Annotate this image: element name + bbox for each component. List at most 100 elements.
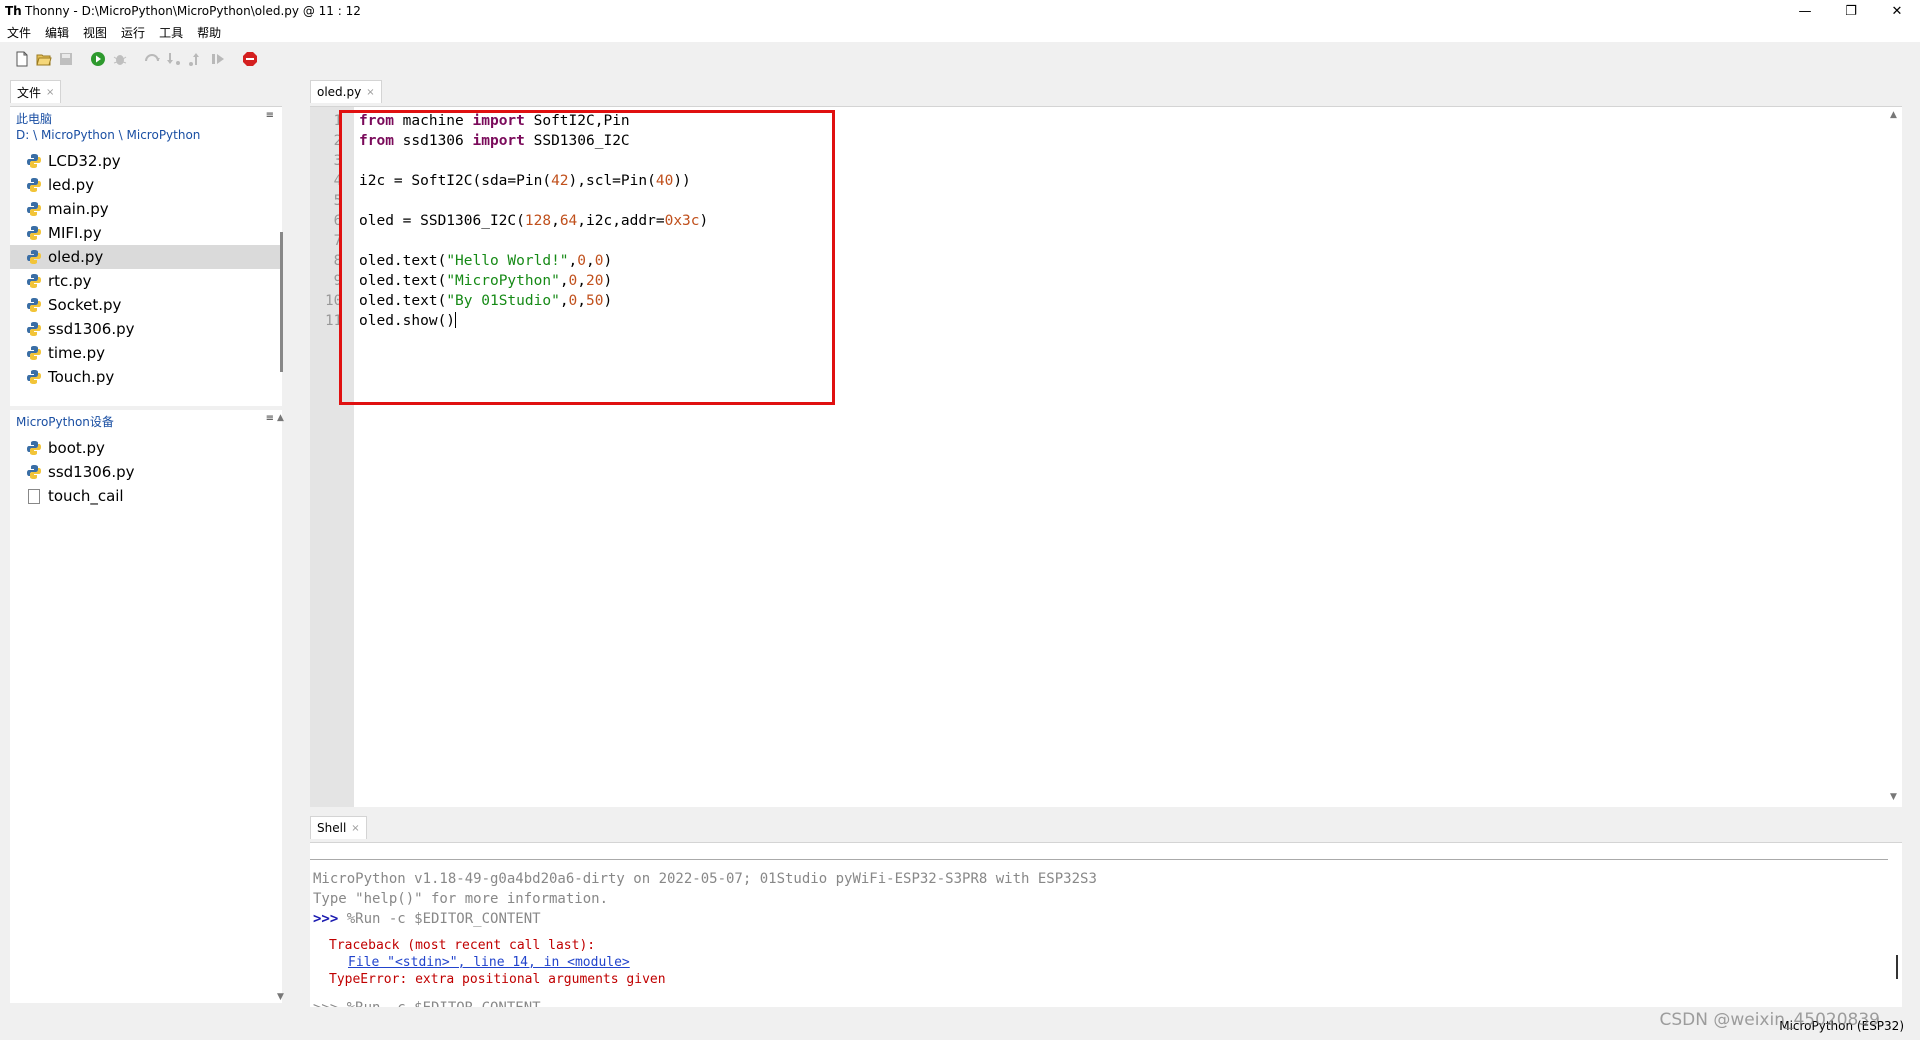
file-item[interactable]: rtc.py [10, 269, 282, 293]
code-line[interactable]: oled.text("By 01Studio",0,50) [359, 291, 708, 311]
step-out-icon[interactable] [186, 49, 206, 69]
shell-console[interactable]: MicroPython v1.18-49-g0a4bd20a6-dirty on… [310, 842, 1902, 1008]
file-item[interactable]: boot.py [10, 436, 282, 460]
files-scrollbar[interactable]: ▲ ▼ [276, 80, 288, 1005]
python-file-icon [26, 249, 48, 265]
menu-view[interactable]: 视图 [76, 24, 114, 41]
device-files-pane: MicroPython设备 ≡ boot.py ssd1306.py touch_c… [10, 410, 282, 1003]
code-line[interactable]: oled.text("MicroPython",0,20) [359, 271, 708, 291]
line-number: 1 [333, 113, 342, 129]
file-name: touch_cail [48, 487, 124, 505]
run-icon[interactable] [88, 49, 108, 69]
tab-files[interactable]: 文件 × [10, 80, 62, 103]
close-tab-icon[interactable]: × [366, 87, 374, 98]
file-item[interactable]: ssd1306.py [10, 317, 282, 341]
this-pc-link[interactable]: 此电脑 [16, 111, 276, 127]
file-name: Socket.py [48, 296, 122, 314]
device-title[interactable]: MicroPython设备 [16, 414, 276, 430]
file-name: ssd1306.py [48, 320, 135, 338]
open-file-icon[interactable] [34, 49, 54, 69]
line-number: 6 [333, 213, 342, 229]
file-item[interactable]: touch_cail [10, 484, 282, 508]
scrollbar-thumb[interactable] [280, 232, 283, 372]
code-line[interactable]: oled.text("Hello World!",0,0) [359, 251, 708, 271]
new-file-icon[interactable] [12, 49, 32, 69]
code-line[interactable]: ​ [359, 191, 708, 211]
status-bar: MicroPython (ESP32) [0, 1007, 1920, 1040]
scroll-up-icon[interactable]: ▲ [1890, 110, 1897, 120]
close-window-icon[interactable]: ✕ [1874, 0, 1920, 22]
code-line[interactable]: from ssd1306 import SSD1306_I2C [359, 131, 708, 151]
python-file-icon [26, 440, 48, 456]
shell-tab-label: Shell [317, 821, 347, 835]
code-area[interactable]: from machine import SoftI2C,Pin from ssd1… [359, 111, 708, 331]
code-line[interactable]: oled = SSD1306_I2C(128,64,i2c,addr=0x3c) [359, 211, 708, 231]
file-item[interactable]: MIFI.py [10, 221, 282, 245]
line-number-gutter: 1 2 3 4 5 6 7 8 9 10 11 [310, 107, 354, 807]
close-tab-icon[interactable]: × [46, 87, 54, 98]
scroll-up-icon[interactable]: ▲ [277, 413, 284, 423]
divider [310, 859, 1888, 860]
local-file-list: LCD32.py led.py main.py MIFI.py oled.py rtc.p… [10, 149, 282, 389]
line-number: 2 [333, 133, 342, 149]
thonny-logo-icon: Th [5, 4, 22, 18]
file-item[interactable]: oled.py [10, 245, 282, 269]
resume-icon[interactable] [208, 49, 228, 69]
tab-shell[interactable]: Shell × [310, 816, 367, 839]
menu-run[interactable]: 运行 [114, 24, 152, 41]
file-item[interactable]: LCD32.py [10, 149, 282, 173]
file-item[interactable]: time.py [10, 341, 282, 365]
close-tab-icon[interactable]: × [351, 823, 359, 834]
file-name: MIFI.py [48, 224, 102, 242]
shell-banner: MicroPython v1.18-49-g0a4bd20a6-dirty on… [313, 871, 1097, 887]
save-icon[interactable] [56, 49, 76, 69]
shell-scrollbar[interactable] [1896, 955, 1898, 979]
line-number: 7 [333, 233, 342, 249]
line-number: 9 [333, 273, 342, 289]
code-line[interactable]: ​ [359, 151, 708, 171]
window-title: Thonny - D:\MicroPython\MicroPython\oled… [25, 4, 361, 18]
minimize-icon[interactable]: — [1782, 0, 1828, 22]
title-bar: Th Thonny - D:\MicroPython\MicroPython\o… [0, 0, 1920, 22]
python-file-icon [26, 321, 48, 337]
code-line[interactable]: ​ [359, 231, 708, 251]
text-cursor [455, 312, 457, 328]
breadcrumb[interactable]: D: \ MicroPython \ MicroPython [16, 127, 276, 143]
step-into-icon[interactable] [164, 49, 184, 69]
code-line[interactable]: from machine import SoftI2C,Pin [359, 111, 708, 131]
stop-icon[interactable] [240, 49, 260, 69]
python-file-icon [26, 297, 48, 313]
file-item[interactable]: Touch.py [10, 365, 282, 389]
menu-help[interactable]: 帮助 [190, 24, 228, 41]
menu-file[interactable]: 文件 [0, 24, 38, 41]
code-line[interactable]: i2c = SoftI2C(sda=Pin(42),scl=Pin(40)) [359, 171, 708, 191]
tab-oled-py[interactable]: oled.py × [310, 80, 382, 103]
pane-menu-icon[interactable]: ≡ [266, 110, 274, 121]
traceback-link[interactable]: File "<stdin>", line 14, in <module> [329, 955, 630, 970]
menu-tools[interactable]: 工具 [152, 24, 190, 41]
line-number: 4 [333, 173, 342, 189]
pane-menu-icon[interactable]: ≡ [266, 413, 274, 424]
device-file-list: boot.py ssd1306.py touch_cail [10, 436, 282, 508]
scroll-down-icon[interactable]: ▼ [1890, 792, 1897, 802]
python-file-icon [26, 201, 48, 217]
editor-scrollbar[interactable]: ▲ ▼ [1888, 106, 1902, 806]
file-item[interactable]: led.py [10, 173, 282, 197]
file-name: Touch.py [48, 368, 115, 386]
file-item[interactable]: ssd1306.py [10, 460, 282, 484]
file-item[interactable]: Socket.py [10, 293, 282, 317]
menu-edit[interactable]: 编辑 [38, 24, 76, 41]
file-item[interactable]: main.py [10, 197, 282, 221]
code-line[interactable]: oled.show() [359, 311, 708, 331]
error-message: TypeError: extra positional arguments gi… [329, 972, 666, 987]
scroll-down-icon[interactable]: ▼ [277, 992, 284, 1002]
debug-icon[interactable] [110, 49, 130, 69]
menu-bar: 文件 编辑 视图 运行 工具 帮助 [0, 22, 1920, 42]
restore-icon[interactable]: ❐ [1828, 0, 1874, 22]
python-file-icon [26, 273, 48, 289]
code-editor[interactable]: 1 2 3 4 5 6 7 8 9 10 11 from machine import SoftI2… [310, 106, 1902, 807]
line-number: 10 [325, 293, 342, 309]
python-file-icon [26, 177, 48, 193]
file-name: time.py [48, 344, 106, 362]
step-over-icon[interactable] [142, 49, 162, 69]
